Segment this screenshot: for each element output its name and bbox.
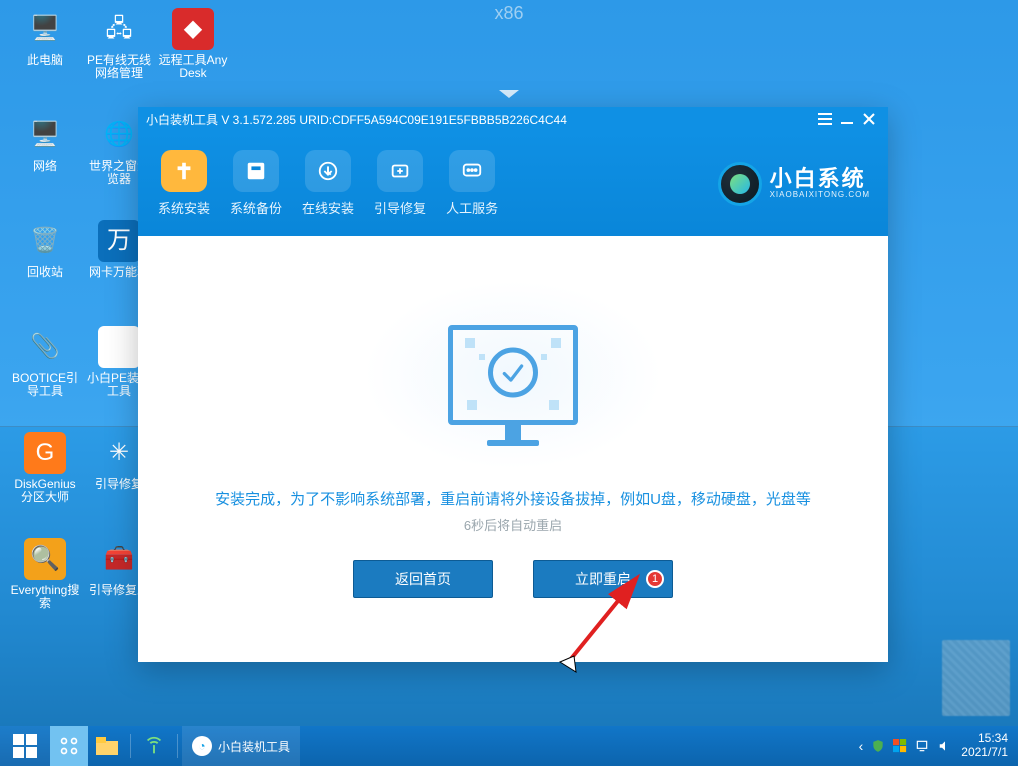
brand: 小白系统 XIAOBAIXITONG.COM [718, 162, 888, 206]
content-area: 安装完成，为了不影响系统部署，重启前请将外接设备拔掉，例如U盘，移动硬盘，光盘等… [138, 236, 888, 662]
toolbar-btn-label: 系统安装 [158, 198, 210, 217]
checkmark-icon [488, 348, 538, 398]
desktop-icon-9[interactable]: 📎 BOOTICE引导工具 [10, 326, 80, 428]
back-home-button[interactable]: 返回首页 [353, 560, 493, 598]
taskbar-clock[interactable]: 15:34 2021/7/1 [961, 732, 1008, 760]
desktop-icon-label: 引导修复 [95, 478, 143, 491]
desktop-icon-glyph: 🔍 [24, 538, 66, 580]
toolbar-btn-icon [161, 150, 207, 192]
tray-network-icon[interactable] [915, 739, 929, 753]
taskbar-app-button[interactable]: ◔ 小白装机工具 [182, 726, 300, 766]
countdown-text: 6秒后将自动重启 [464, 515, 562, 534]
brand-name: 小白系统 [770, 167, 870, 191]
toolbar-btn-3[interactable]: 引导修复 [374, 150, 426, 217]
toolbar-btn-label: 系统备份 [230, 198, 282, 217]
desktop-icon-label: 回收站 [27, 266, 63, 279]
clock-time: 15:34 [978, 732, 1008, 746]
desktop-icon-label: DiskGenius分区大师 [10, 478, 80, 504]
close-button[interactable] [858, 109, 880, 129]
toolbar-btn-icon [305, 150, 351, 192]
desktop-icon-glyph: 🖥️ [24, 8, 66, 50]
desktop-icon-12[interactable]: G DiskGenius分区大师 [10, 432, 80, 534]
system-tray: ‹ 15:34 2021/7/1 [859, 726, 1018, 766]
desktop-icon-glyph: ◆ [172, 8, 214, 50]
desktop-icon-glyph: 万 [98, 220, 140, 262]
taskbar-app-label: 小白装机工具 [218, 738, 290, 755]
taskbar-app-icon: ◔ [192, 736, 212, 756]
desktop-icon-label: 此电脑 [27, 54, 63, 67]
watermark [942, 640, 1010, 716]
tray-volume-icon[interactable] [937, 739, 953, 753]
desktop-icon-label: BOOTICE引导工具 [10, 372, 80, 398]
toolbar-btn-0[interactable]: 系统安装 [158, 150, 210, 217]
window-title: 小白装机工具 V 3.1.572.285 URID:CDFF5A594C09E1… [146, 111, 814, 128]
toolbar-btn-icon [377, 150, 423, 192]
install-complete-message: 安装完成，为了不影响系统部署，重启前请将外接设备拔掉，例如U盘，移动硬盘，光盘等 [215, 488, 811, 509]
app-header: 系统安装 系统备份 在线安装 引导修复 人工服务 小白系统 XIAOBAIXITONG.… [138, 131, 888, 236]
taskbar-explorer-icon[interactable] [88, 726, 126, 766]
titlebar[interactable]: 小白装机工具 V 3.1.572.285 URID:CDFF5A594C09E1… [138, 107, 888, 131]
toolbar-btn-icon [233, 150, 279, 192]
toolbar-btn-label: 人工服务 [446, 198, 498, 217]
desktop-icon-3[interactable]: 🖥️ 网络 [10, 114, 80, 216]
desktop-icon-2[interactable]: ◆ 远程工具AnyDesk [158, 8, 228, 110]
clock-date: 2021/7/1 [961, 746, 1008, 760]
desktop-icon-glyph: ✳ [98, 432, 140, 474]
desktop-icon-label: 远程工具AnyDesk [158, 54, 228, 80]
desktop-icon-glyph: 🗑️ [24, 220, 66, 262]
desktop-icon-label: Everything搜索 [10, 584, 80, 610]
desktop-icon-0[interactable]: 🖥️ 此电脑 [10, 8, 80, 110]
minimize-icon [841, 113, 853, 125]
toolbar-btn-icon [449, 150, 495, 192]
desktop-icon-label: 网络 [33, 160, 57, 173]
close-icon [863, 113, 875, 125]
minimize-button[interactable] [836, 109, 858, 129]
toolbar-btn-2[interactable]: 在线安装 [302, 150, 354, 217]
tray-shield-icon[interactable] [871, 739, 885, 753]
hamburger-icon [818, 113, 832, 125]
success-illustration [363, 280, 663, 470]
tray-flag-icon[interactable] [893, 739, 907, 753]
desktop-icon-glyph: 🖧 [98, 8, 140, 50]
restart-now-button[interactable]: 立即重启 1 [533, 560, 673, 598]
brand-logo-icon [718, 162, 762, 206]
restart-now-label: 立即重启 [575, 569, 631, 589]
app-window: 小白装机工具 V 3.1.572.285 URID:CDFF5A594C09E1… [138, 107, 888, 662]
desktop-icon-glyph: 📎 [24, 326, 66, 368]
toolbar-btn-1[interactable]: 系统备份 [230, 150, 282, 217]
menu-button[interactable] [814, 109, 836, 129]
action-buttons: 返回首页 立即重启 1 [353, 560, 673, 598]
brand-url: XIAOBAIXITONG.COM [770, 191, 870, 200]
monitor-icon [448, 325, 578, 425]
desktop-icon-glyph: 🖥️ [24, 114, 66, 156]
taskbar-wifi-icon[interactable] [135, 726, 173, 766]
desktop-icon-glyph: ◔ [98, 326, 140, 368]
desktop-icon-glyph: 🌐 [98, 114, 140, 156]
toolbar-btn-4[interactable]: 人工服务 [446, 150, 498, 217]
start-button[interactable] [0, 726, 50, 766]
x86-label: x86 [494, 3, 523, 24]
desktop-icon-label: PE有线无线网络管理 [84, 54, 154, 80]
taskbar: ◔ 小白装机工具 ‹ 15:34 2021/7/1 [0, 726, 1018, 766]
desktop-icon-glyph: G [24, 432, 66, 474]
desktop-icon-1[interactable]: 🖧 PE有线无线网络管理 [84, 8, 154, 110]
toolbar-btn-label: 引导修复 [374, 198, 426, 217]
desktop-icon-glyph: 🧰 [98, 538, 140, 580]
toolbar: 系统安装 系统备份 在线安装 引导修复 人工服务 [138, 150, 498, 217]
annotation-badge: 1 [646, 570, 664, 588]
desktop-icon-15[interactable]: 🔍 Everything搜索 [10, 538, 80, 640]
desktop-icon-6[interactable]: 🗑️ 回收站 [10, 220, 80, 322]
tray-chevron-icon[interactable]: ‹ [859, 738, 864, 754]
toolbar-btn-label: 在线安装 [302, 198, 354, 217]
caret-down-icon [499, 90, 519, 98]
taskbar-search-icon[interactable] [50, 726, 88, 766]
